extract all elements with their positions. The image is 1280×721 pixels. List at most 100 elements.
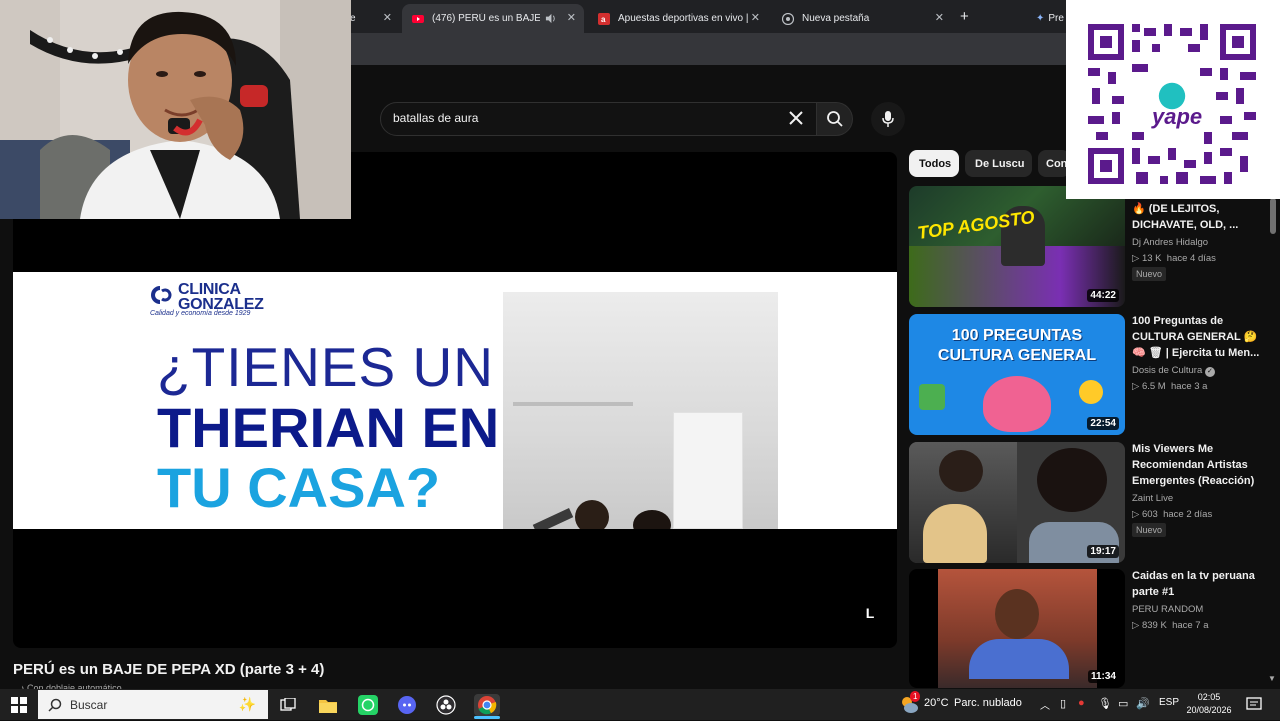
obs-icon[interactable] (435, 694, 457, 716)
upload-age: hace 4 días (1166, 253, 1216, 264)
clock-time: 02:05 (1197, 692, 1221, 702)
qr-code: yape (1088, 24, 1256, 184)
ad-brand-tagline: Calidad y economía desde 1929 (150, 310, 251, 317)
windows-start-icon[interactable] (11, 697, 27, 713)
close-icon[interactable]: ✕ (383, 11, 392, 24)
file-explorer-icon[interactable] (317, 694, 339, 716)
ad-background-window (673, 412, 743, 529)
recommended-channel-name[interactable]: Dosis de Cultura ✓ (1132, 365, 1215, 377)
yape-qr-overlay: yape (1066, 0, 1280, 199)
recommended-video-title[interactable]: Mis Viewers Me Recomiendan Artistas Emer… (1132, 441, 1262, 489)
svg-text:a: a (601, 15, 606, 24)
chip-todos[interactable]: Todos (909, 150, 959, 177)
weather-icon[interactable]: 1 (898, 691, 921, 716)
notifications-icon[interactable] (1246, 696, 1262, 717)
yape-logo-text: yape (1151, 104, 1202, 129)
clinic-logo-icon (151, 286, 172, 304)
clock-date: 20/08/2026 (1186, 705, 1232, 715)
chip-label: Con (1046, 157, 1068, 170)
recommended-channel-name[interactable]: Zaint Live (1132, 493, 1173, 504)
network-icon[interactable]: ▭ (1118, 697, 1128, 710)
microphone-tray-icon[interactable]: 🎙 (1098, 697, 1112, 710)
chrome-taskbar-icon[interactable] (474, 694, 500, 716)
active-app-indicator (474, 716, 500, 719)
thumbnail-person-body (969, 639, 1069, 679)
thumbnail-caption: 100 PREGUNTAS CULTURA GENERAL (937, 327, 1097, 364)
taskbar-search-label: Buscar (70, 697, 108, 712)
system-tray-app-icon[interactable]: ▯ (1060, 697, 1066, 710)
recommended-video-title[interactable]: 🔥 (DE LEJITOS, DICHAVATE, OLD, ... (1132, 201, 1262, 233)
upload-age: hace 3 a (1171, 381, 1208, 392)
video-thumbnail[interactable]: TOP AGOSTO 44:22 (909, 186, 1125, 307)
weather-description[interactable]: Parc. nublado (954, 697, 1022, 709)
scroll-down-icon[interactable]: ▼ (1268, 674, 1276, 683)
clear-search-icon[interactable] (786, 108, 806, 128)
tab-label: (476) PERÚ es un BAJE DE PEPA XD (432, 13, 540, 24)
thumbnail-person (995, 589, 1039, 639)
video-thumbnail[interactable]: 19:17 (909, 442, 1125, 563)
recommended-video-title[interactable]: 100 Preguntas de CULTURA GENERAL 🤔 🧠 🗑 |… (1132, 313, 1262, 361)
thumbnail-person (923, 504, 987, 563)
video-thumbnail[interactable]: 11:34 (909, 569, 1125, 688)
video-thumbnail[interactable]: 100 PREGUNTAS CULTURA GENERAL 22:54 (909, 314, 1125, 435)
chip-de-luscu[interactable]: De Luscu (965, 150, 1032, 177)
search-icon (826, 111, 843, 127)
thumbnail-person (939, 450, 983, 492)
thumbnail-icon (1079, 380, 1103, 404)
recommended-channel-name[interactable]: Dj Andres Hidalgo (1132, 237, 1208, 248)
voice-search-button[interactable] (871, 102, 905, 136)
close-icon[interactable]: ✕ (751, 11, 760, 24)
recommended-channel-name[interactable]: PERU RANDOM (1132, 604, 1203, 615)
gemini-icon: ✦ (1036, 13, 1045, 24)
new-tab-plus-icon[interactable]: + (960, 8, 969, 25)
channel-name-text: Dosis de Cultura (1132, 365, 1203, 376)
taskbar-clock[interactable]: 02:05 20/08/2026 (1186, 691, 1232, 717)
microphone-icon (882, 111, 894, 127)
tab-item[interactable]: Nueva pestaña ✕ (772, 4, 952, 33)
upload-age: hace 2 días (1163, 509, 1213, 520)
betting-site-icon: a (598, 12, 610, 25)
tab-item-active[interactable]: (476) PERÚ es un BAJE DE PEPA XD ✕ (402, 4, 584, 33)
tab-item[interactable]: ✦ Pre (1026, 4, 1066, 33)
view-count: 603 (1141, 509, 1158, 520)
close-icon[interactable]: ✕ (935, 11, 944, 24)
discord-icon[interactable] (396, 694, 418, 716)
taskbar-search-box[interactable]: Buscar ✨ (38, 690, 268, 719)
speaker-icon[interactable] (545, 13, 556, 24)
weather-temperature[interactable]: 20°C (924, 697, 949, 709)
thumbnail-brain (983, 376, 1051, 432)
upload-age: hace 7 a (1172, 620, 1209, 631)
search-button[interactable] (817, 102, 853, 136)
video-ad-frame[interactable]: CLINICA GONZALEZ Calidad y economía desd… (13, 272, 897, 529)
search-query: batallas de aura (393, 111, 479, 125)
view-count: 6.5 M (1141, 381, 1166, 392)
ad-headline-3: TU CASA? (157, 456, 441, 519)
close-icon[interactable]: ✕ (567, 11, 576, 24)
whatsapp-icon[interactable] (357, 694, 379, 716)
youtube-icon (412, 14, 424, 23)
recommended-video-stats: ▷ 6.5 M hace 3 a (1132, 381, 1208, 392)
language-indicator[interactable]: ESP (1159, 697, 1179, 708)
view-count: 13 K (1141, 253, 1162, 264)
recommended-video-title[interactable]: Caidas en la tv peruana parte #1 (1132, 568, 1262, 600)
ad-headline-1: ¿TIENES UN (157, 336, 494, 398)
view-count: 839 K (1141, 620, 1167, 631)
thumbnail-person (1037, 448, 1107, 512)
search-icon (48, 698, 62, 712)
tab-label: Pre (1048, 13, 1064, 24)
ad-person-head (575, 500, 609, 529)
recommended-video-stats: ▷ 13 K hace 4 días (1132, 253, 1216, 264)
ad-brand-name: CLINICA GONZALEZ (178, 281, 264, 313)
task-view-icon[interactable] (277, 694, 299, 716)
search-highlight-sparkle-icon: ✨ (238, 696, 256, 712)
video-duration: 22:54 (1087, 417, 1119, 430)
ad-headline-2: THERIAN EN (157, 396, 500, 459)
recommended-video-stats: ▷ 839 K hace 7 a (1132, 620, 1209, 631)
tab-item[interactable]: a Apuestas deportivas en vivo | ✕ (588, 4, 768, 33)
show-hidden-icons-chevron-icon[interactable]: ︿ (1040, 697, 1050, 712)
tab-label: Apuestas deportivas en vivo | (618, 13, 749, 24)
volume-icon[interactable]: 🔊 (1136, 697, 1150, 710)
scrollbar-thumb[interactable] (1270, 198, 1276, 234)
system-tray-app-icon[interactable]: ● (1078, 697, 1085, 709)
streamer-webcam-feed (0, 0, 351, 219)
